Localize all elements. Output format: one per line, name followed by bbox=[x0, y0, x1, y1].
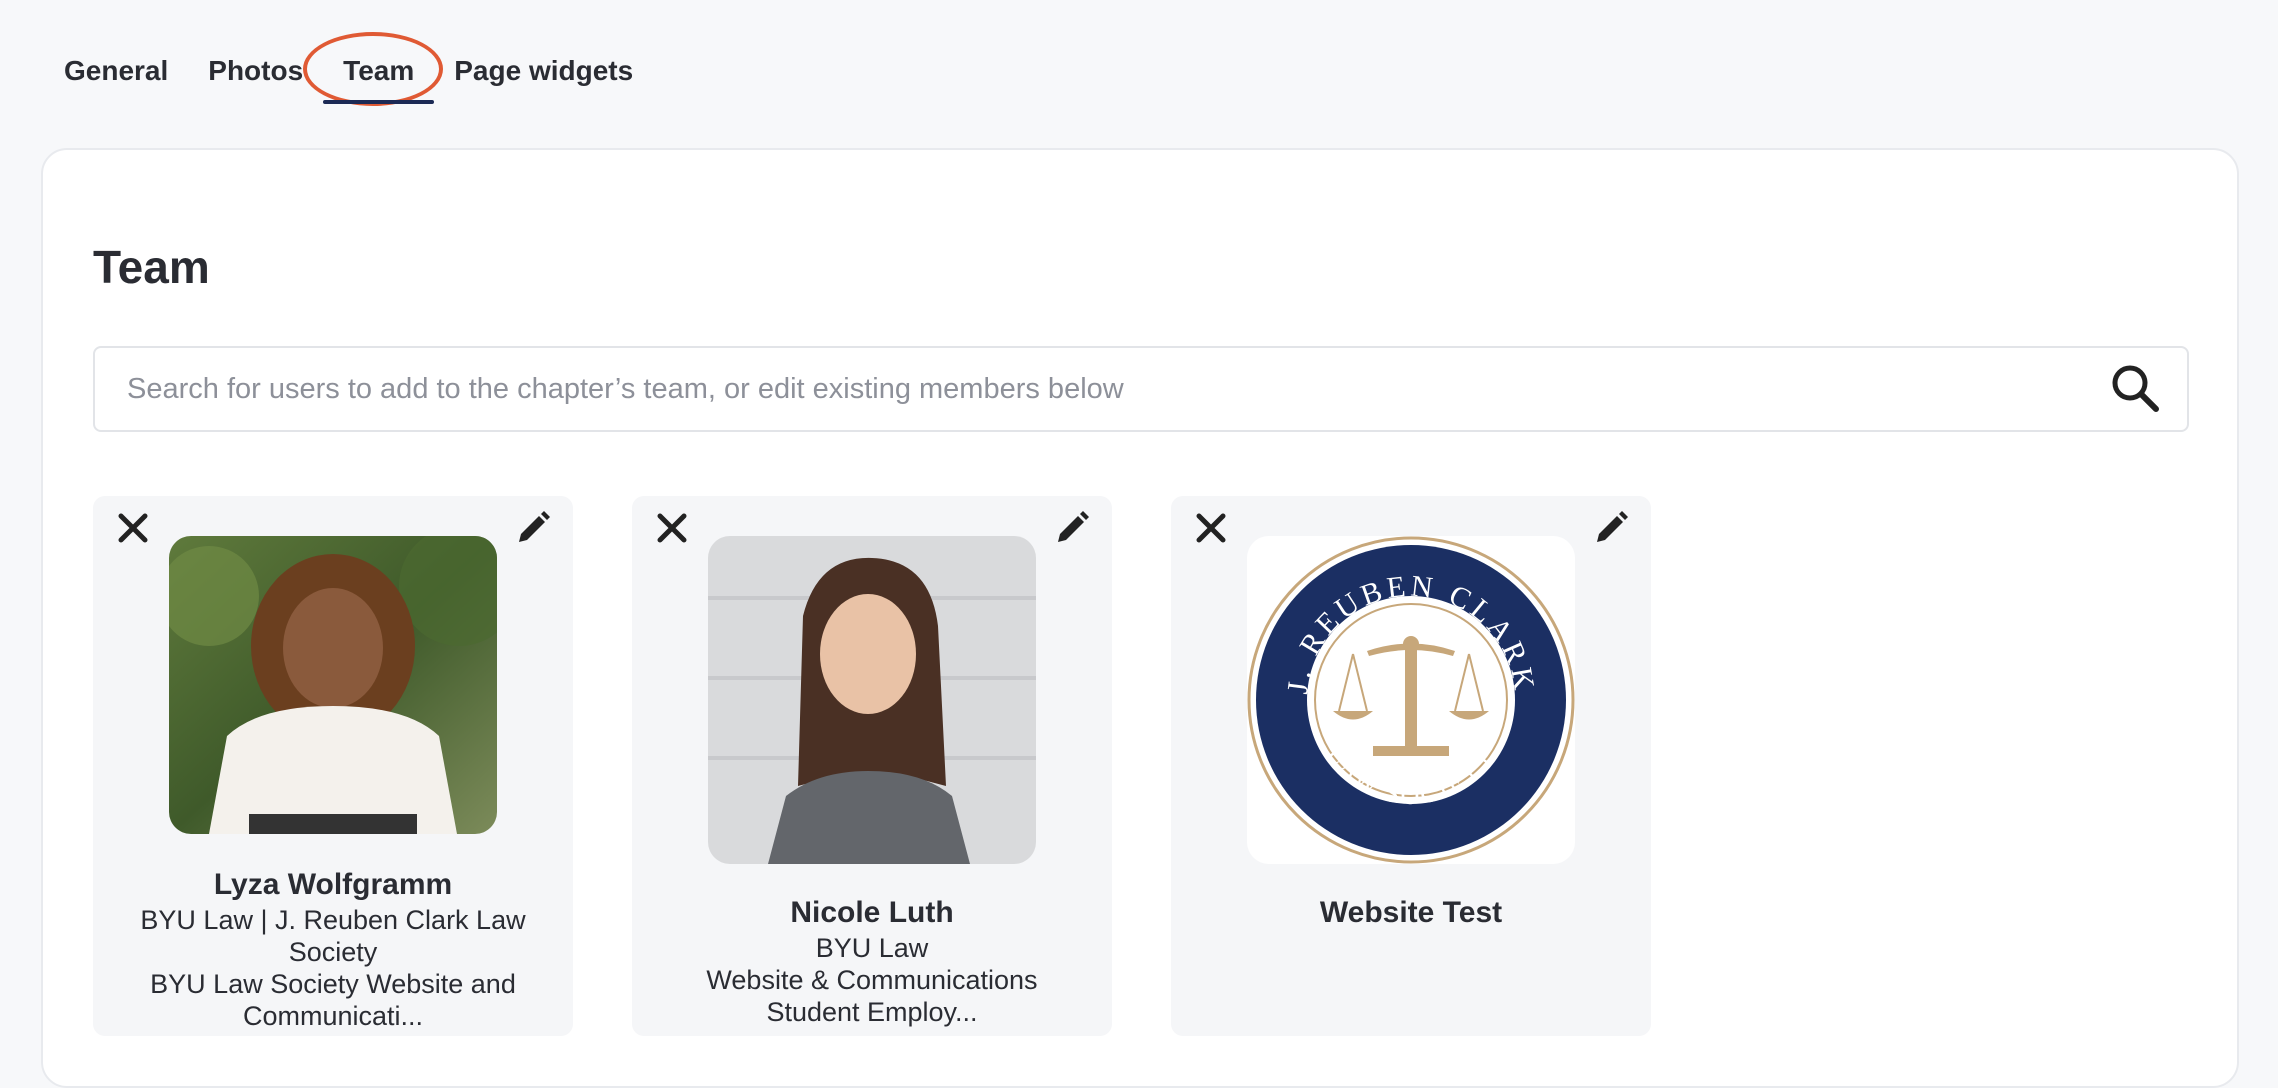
page-title: Team bbox=[93, 241, 210, 293]
tab-photos[interactable]: Photos bbox=[208, 50, 303, 92]
member-name: Lyza Wolfgramm bbox=[213, 868, 453, 901]
member-info: Website Test bbox=[1171, 896, 1651, 932]
tab-team-label: Team bbox=[343, 55, 415, 86]
member-name: Nicole Luth bbox=[790, 896, 954, 929]
close-icon[interactable] bbox=[654, 510, 690, 546]
member-name: Website Test bbox=[1319, 896, 1503, 929]
search-box bbox=[93, 346, 2189, 432]
member-card: Lyza Wolfgramm BYU Law | J. Reuben Clark… bbox=[93, 496, 573, 1036]
pencil-icon[interactable] bbox=[515, 510, 551, 546]
member-info: Lyza Wolfgramm BYU Law | J. Reuben Clark… bbox=[93, 868, 573, 1032]
search-icon[interactable] bbox=[2109, 362, 2161, 414]
member-role: BYU Law Society Website and Communicati.… bbox=[150, 969, 516, 1031]
member-card: Nicole Luth BYU Law Website & Communicat… bbox=[632, 496, 1112, 1036]
pencil-icon[interactable] bbox=[1054, 510, 1090, 546]
search-input[interactable] bbox=[125, 348, 2075, 430]
tab-team[interactable]: Team bbox=[303, 32, 444, 106]
member-role: Website & Communications Student Employ.… bbox=[706, 965, 1038, 1027]
pencil-icon[interactable] bbox=[1593, 510, 1629, 546]
tab-general[interactable]: General bbox=[64, 50, 168, 92]
tab-bar: General Photos Team Page widgets bbox=[64, 32, 673, 106]
tab-page-widgets[interactable]: Page widgets bbox=[454, 50, 633, 92]
member-photo bbox=[169, 536, 497, 834]
member-organization: BYU Law | J. Reuben Clark Law Society bbox=[140, 905, 526, 967]
close-icon[interactable] bbox=[115, 510, 151, 546]
member-info: Nicole Luth BYU Law Website & Communicat… bbox=[632, 896, 1112, 1028]
law-society-logo: J. REUBEN CLARK LAW SOCIETY bbox=[1247, 536, 1575, 864]
member-card: J. REUBEN CLARK LAW SOCIETY Website Test bbox=[1171, 496, 1651, 1036]
close-icon[interactable] bbox=[1193, 510, 1229, 546]
team-panel: Team Search for users to add to the chap… bbox=[41, 148, 2239, 1088]
member-organization: BYU Law bbox=[815, 933, 929, 963]
member-photo bbox=[708, 536, 1036, 864]
